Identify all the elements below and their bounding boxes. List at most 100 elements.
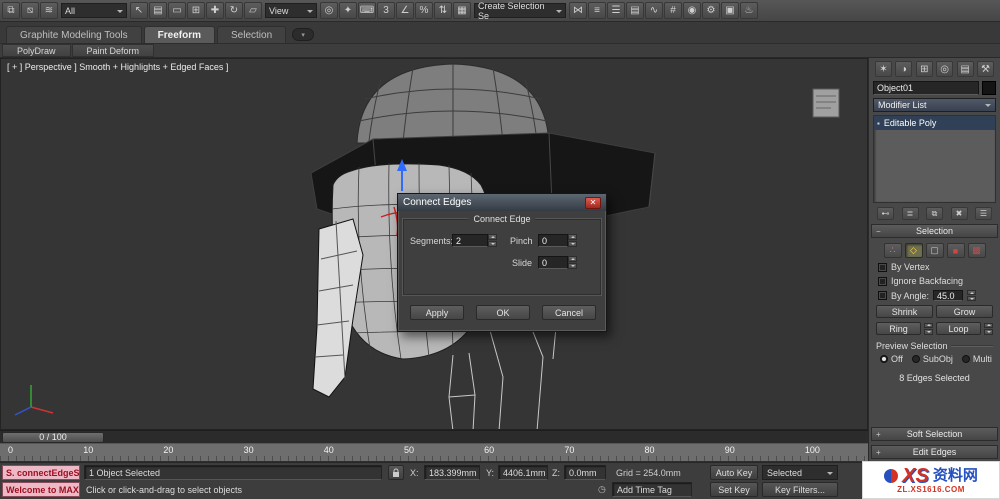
z-coordinate-field[interactable]: 0.0mm [564, 465, 606, 480]
modify-tab-icon[interactable]: ◑ [895, 61, 913, 77]
y-coordinate-field[interactable]: 4406.1mm [498, 465, 548, 480]
paint-deform-panel-tab[interactable]: Paint Deform [71, 44, 155, 57]
apply-button[interactable]: Apply [410, 305, 464, 320]
graphite-ribbon-toggle-icon[interactable]: ▤ [626, 2, 644, 19]
by-angle-checkbox[interactable]: By Angle: 45.0 [878, 290, 991, 301]
grow-button[interactable]: Grow [936, 305, 993, 318]
key-filters-button[interactable]: Key Filters... [762, 482, 838, 497]
tab-selection[interactable]: Selection [217, 26, 287, 43]
hierarchy-tab-icon[interactable]: ⊞ [915, 61, 933, 77]
by-vertex-checkbox[interactable]: By Vertex [878, 262, 991, 272]
polydraw-panel-tab[interactable]: PolyDraw [2, 44, 71, 57]
mirror-icon[interactable]: ⋈ [569, 2, 587, 19]
selection-rollout-header[interactable]: − Selection [871, 224, 998, 238]
viewport-label[interactable]: [ + ] Perspective ] Smooth + Highlights … [7, 62, 228, 72]
ignore-backfacing-checkbox[interactable]: Ignore Backfacing [878, 276, 991, 286]
tab-freeform[interactable]: Freeform [143, 26, 216, 43]
pin-stack-icon[interactable]: ⊷ [877, 207, 894, 220]
utilities-tab-icon[interactable]: ⚒ [976, 61, 994, 77]
edit-edges-rollout-header[interactable]: + Edit Edges [871, 445, 998, 459]
stack-item-editable-poly[interactable]: ▪ Editable Poly [874, 116, 995, 130]
add-time-tag-button[interactable]: Add Time Tag [612, 482, 692, 497]
by-angle-field[interactable]: 45.0 [933, 290, 964, 301]
rendered-frame-icon[interactable]: ▣ [721, 2, 739, 19]
snaps-toggle-icon[interactable]: 3 [377, 2, 395, 19]
set-key-button[interactable]: Set Key [710, 482, 758, 497]
maxscript-recorder[interactable]: S. connectEdgeS [2, 465, 80, 480]
layer-manager-icon[interactable]: ☰ [607, 2, 625, 19]
ring-spinner[interactable] [924, 322, 933, 335]
select-object-icon[interactable]: ↖ [130, 2, 148, 19]
spinner-snap-icon[interactable]: ⇅ [434, 2, 452, 19]
timeline-ruler[interactable]: 0 10 20 30 40 50 60 70 80 90 100 [0, 443, 868, 462]
time-slider-handle[interactable]: 0 / 100 [2, 431, 104, 443]
pinch-spinner[interactable] [568, 234, 577, 247]
track-bar[interactable]: 0 / 100 [0, 430, 868, 443]
window-crossing-icon[interactable]: ⊞ [187, 2, 205, 19]
angle-snap-icon[interactable]: ∠ [396, 2, 414, 19]
cancel-button[interactable]: Cancel [542, 305, 596, 320]
preview-off-radio[interactable]: Off [880, 354, 903, 364]
loop-button[interactable]: Loop [936, 322, 981, 335]
select-and-manipulate-icon[interactable]: ✦ [339, 2, 357, 19]
select-and-rotate-icon[interactable]: ↻ [225, 2, 243, 19]
soft-selection-rollout-header[interactable]: + Soft Selection [871, 427, 998, 441]
object-name-field[interactable]: Object01 [873, 81, 979, 95]
create-tab-icon[interactable]: ✶ [875, 61, 892, 77]
pinch-field[interactable]: 0 [538, 234, 568, 247]
auto-key-button[interactable]: Auto Key [710, 465, 758, 480]
loop-spinner[interactable] [984, 322, 993, 335]
motion-tab-icon[interactable]: ◎ [936, 61, 954, 77]
segments-spinner[interactable] [488, 234, 497, 247]
align-icon[interactable]: ≡ [588, 2, 606, 19]
by-angle-spinner[interactable] [967, 290, 977, 301]
named-selection-set-dropdown[interactable]: Create Selection Se [474, 1, 566, 21]
shrink-button[interactable]: Shrink [876, 305, 933, 318]
display-tab-icon[interactable]: ▤ [956, 61, 974, 77]
edge-mode-button[interactable]: ◇ [904, 243, 923, 258]
bind-to-space-warp-icon[interactable]: ≋ [40, 2, 58, 19]
ring-button[interactable]: Ring [876, 322, 921, 335]
maxscript-listener[interactable]: Welcome to MAX! [2, 482, 80, 497]
named-selection-sets-icon[interactable]: ▦ [453, 2, 471, 19]
slide-spinner[interactable] [568, 256, 577, 269]
close-icon[interactable]: ✕ [585, 196, 601, 209]
keyboard-override-icon[interactable]: ⌨ [358, 2, 376, 19]
configure-modifier-sets-icon[interactable]: ☰ [975, 207, 992, 220]
element-mode-button[interactable]: ▩ [967, 243, 986, 258]
make-unique-icon[interactable]: ⧉ [926, 207, 943, 220]
border-mode-button[interactable]: ▢ [925, 243, 944, 258]
select-by-name-icon[interactable]: ▤ [149, 2, 167, 19]
percent-snap-icon[interactable]: % [415, 2, 433, 19]
render-setup-icon[interactable]: ⚙ [702, 2, 720, 19]
ok-button[interactable]: OK [476, 305, 530, 320]
render-production-icon[interactable]: ♨ [740, 2, 758, 19]
selection-lock-button[interactable] [388, 465, 404, 480]
selection-filter-dropdown[interactable]: All [61, 3, 127, 18]
preview-multi-radio[interactable]: Multi [961, 354, 992, 364]
use-pivot-center-icon[interactable]: ◎ [320, 2, 338, 19]
schematic-view-icon[interactable]: # [664, 2, 682, 19]
vertex-mode-button[interactable]: ∴ [883, 243, 902, 258]
material-editor-icon[interactable]: ◉ [683, 2, 701, 19]
select-and-move-icon[interactable]: ✚ [206, 2, 224, 19]
x-coordinate-field[interactable]: 183.399mm [424, 465, 480, 480]
curve-editor-icon[interactable]: ∿ [645, 2, 663, 19]
preview-subobj-radio[interactable]: SubObj [911, 354, 953, 364]
object-color-swatch[interactable] [982, 81, 996, 95]
show-end-result-icon[interactable]: ≣ [901, 207, 919, 220]
selected-set-dropdown[interactable]: Selected [762, 465, 838, 480]
reference-coordinate-dropdown[interactable]: View [265, 3, 317, 18]
tab-graphite-modeling-tools[interactable]: Graphite Modeling Tools [6, 26, 142, 43]
select-and-scale-icon[interactable]: ▱ [244, 2, 262, 19]
rectangular-selection-region-icon[interactable]: ▭ [168, 2, 186, 19]
remove-modifier-icon[interactable]: ✖ [950, 207, 968, 220]
unlink-selection-icon[interactable]: ⧅ [21, 2, 39, 19]
ribbon-options-button[interactable]: ▾ [292, 28, 315, 41]
select-and-link-icon[interactable]: ⧉ [2, 2, 20, 19]
segments-field[interactable]: 2 [452, 234, 488, 247]
modifier-list-dropdown[interactable]: Modifier List [873, 98, 996, 112]
slide-field[interactable]: 0 [538, 256, 568, 269]
dialog-titlebar[interactable]: Connect Edges ✕ [398, 194, 606, 211]
polygon-mode-button[interactable]: ■ [946, 243, 965, 258]
